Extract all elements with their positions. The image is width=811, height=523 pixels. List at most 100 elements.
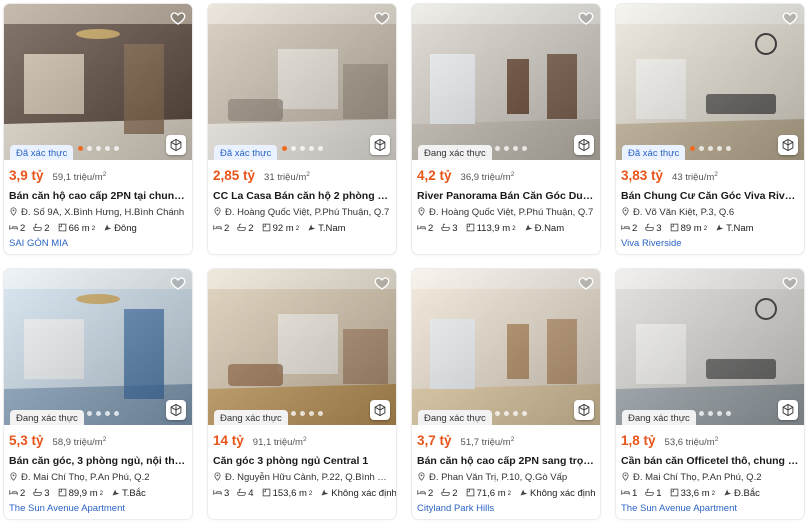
- carousel-dot[interactable]: [317, 146, 323, 151]
- 3d-tour-icon[interactable]: [574, 400, 594, 420]
- heart-icon[interactable]: [578, 275, 594, 291]
- bathrooms: 2: [33, 223, 50, 235]
- project-link[interactable]: The Sun Avenue Apartment: [9, 503, 187, 515]
- carousel-dot[interactable]: [698, 411, 704, 416]
- carousel-dot[interactable]: [512, 146, 518, 151]
- carousel-dot[interactable]: [113, 411, 119, 416]
- carousel-dot[interactable]: [707, 146, 713, 151]
- carousel-dot[interactable]: [95, 411, 101, 416]
- project-link[interactable]: SAI GÒN MIA: [9, 238, 187, 250]
- 3d-tour-icon[interactable]: [370, 400, 390, 420]
- project-link[interactable]: The Sun Avenue Apartment: [621, 503, 799, 515]
- heart-icon[interactable]: [170, 275, 186, 291]
- bedrooms: 2: [621, 223, 637, 235]
- listing-photo[interactable]: Đang xác thực: [4, 269, 192, 425]
- listing-title[interactable]: River Panorama Bán Căn Góc Dual-key: [417, 190, 595, 204]
- carousel-dot[interactable]: [77, 146, 83, 151]
- 3d-tour-icon[interactable]: [370, 135, 390, 155]
- listing-photo[interactable]: Đang xác thực: [412, 4, 600, 160]
- listing-title[interactable]: CC La Casa Bán căn hộ 2 phòng ngủ: [213, 190, 391, 204]
- project-link[interactable]: Cityland Park Hills: [417, 503, 595, 515]
- carousel-dot[interactable]: [113, 146, 119, 151]
- listing-card[interactable]: Đã xác thực 2,85 tỷ 31 triệu/m2 CC La Ca…: [208, 4, 396, 254]
- carousel-dot[interactable]: [707, 411, 713, 416]
- 3d-tour-icon[interactable]: [574, 135, 594, 155]
- project-link[interactable]: [417, 238, 595, 250]
- carousel-dot[interactable]: [317, 411, 323, 416]
- carousel-dot[interactable]: [725, 146, 731, 151]
- 3d-tour-icon[interactable]: [778, 400, 798, 420]
- listing-title[interactable]: Bán căn hộ cao cấp 2PN tại chung cư: [9, 190, 187, 204]
- listing-title[interactable]: Bán Chung Cư Căn Góc Viva Riverside: [621, 190, 799, 204]
- carousel-dot[interactable]: [308, 411, 314, 416]
- heart-icon[interactable]: [578, 10, 594, 26]
- bathrooms: 2: [237, 223, 254, 235]
- project-link[interactable]: [213, 503, 391, 515]
- carousel-dot[interactable]: [725, 411, 731, 416]
- carousel-dot[interactable]: [299, 146, 305, 151]
- area: 33,6 m2: [670, 488, 715, 500]
- listing-address: Đ. Hoàng Quốc Việt, P.Phú Thuận, Q.7: [417, 206, 595, 219]
- direction-icon: [320, 488, 329, 500]
- 3d-tour-icon[interactable]: [166, 400, 186, 420]
- bath-icon: [441, 223, 450, 235]
- listing-card[interactable]: Đã xác thực 3,9 tỷ 59,1 triệu/m2 Bán căn…: [4, 4, 192, 254]
- heart-icon[interactable]: [170, 10, 186, 26]
- 3d-tour-icon[interactable]: [166, 135, 186, 155]
- listing-photo[interactable]: Đang xác thực: [412, 269, 600, 425]
- carousel-dot[interactable]: [95, 146, 101, 151]
- carousel-dot[interactable]: [512, 411, 518, 416]
- listing-photo[interactable]: Đã xác thực: [4, 4, 192, 160]
- listing-title[interactable]: Bán căn hộ cao cấp 2PN sang trọng: [417, 455, 595, 469]
- carousel-dot[interactable]: [521, 146, 527, 151]
- carousel-dot[interactable]: [503, 411, 509, 416]
- listing-address: Đ. Số 9A, X.Bình Hưng, H.Bình Chánh: [9, 206, 187, 219]
- listing-photo[interactable]: Đã xác thực: [616, 4, 804, 160]
- 3d-tour-icon[interactable]: [778, 135, 798, 155]
- carousel-dot[interactable]: [521, 411, 527, 416]
- listing-photo[interactable]: Đang xác thực: [616, 269, 804, 425]
- listing-photo[interactable]: Đang xác thực: [208, 269, 396, 425]
- carousel-dot[interactable]: [698, 146, 704, 151]
- project-link[interactable]: [213, 238, 391, 250]
- listing-card[interactable]: Đang xác thực 1,8 tỷ 53,6 triệu/m2 Cần b…: [616, 269, 804, 519]
- heart-icon[interactable]: [782, 10, 798, 26]
- listing-card[interactable]: Đang xác thực 4,2 tỷ 36,9 triệu/m2 River…: [412, 4, 600, 254]
- direction-icon: [524, 223, 533, 235]
- carousel-dot[interactable]: [290, 411, 296, 416]
- listing-card[interactable]: Đang xác thực 5,3 tỷ 58,9 triệu/m2 Bán c…: [4, 269, 192, 519]
- listing-title[interactable]: Cần bán căn Officetel thô, chung cư: [621, 455, 799, 469]
- listing-card[interactable]: Đang xác thực 3,7 tỷ 51,7 triệu/m2 Bán c…: [412, 269, 600, 519]
- carousel-dot[interactable]: [716, 411, 722, 416]
- bedrooms: 1: [621, 488, 637, 500]
- carousel-dot[interactable]: [299, 411, 305, 416]
- carousel-dot[interactable]: [86, 146, 92, 151]
- carousel-dot[interactable]: [503, 146, 509, 151]
- carousel-dot[interactable]: [86, 411, 92, 416]
- carousel-dot[interactable]: [689, 146, 695, 151]
- heart-icon[interactable]: [374, 10, 390, 26]
- carousel-dot[interactable]: [308, 146, 314, 151]
- carousel-dot[interactable]: [494, 411, 500, 416]
- listing-photo[interactable]: Đã xác thực: [208, 4, 396, 160]
- listing-title[interactable]: Bán căn góc, 3 phòng ngủ, nội thất đẹp: [9, 455, 187, 469]
- direction: Không xác định: [519, 488, 595, 500]
- carousel-dot[interactable]: [494, 146, 500, 151]
- direction: T.Nam: [307, 223, 346, 235]
- listing-card[interactable]: Đang xác thực 14 tỷ 91,1 triệu/m2 Căn gó…: [208, 269, 396, 519]
- listing-address: Đ. Mai Chí Thọ, P.An Phú, Q.2: [9, 471, 187, 484]
- heart-icon[interactable]: [374, 275, 390, 291]
- bath-icon: [33, 488, 42, 500]
- carousel-dot[interactable]: [290, 146, 296, 151]
- listing-price: 14 tỷ: [213, 433, 244, 448]
- carousel-dot[interactable]: [104, 411, 110, 416]
- listing-title[interactable]: Căn góc 3 phòng ngủ Central 1: [213, 455, 391, 469]
- carousel-dot[interactable]: [281, 146, 287, 151]
- bed-icon: [213, 223, 222, 235]
- carousel-dot[interactable]: [716, 146, 722, 151]
- area-icon: [466, 223, 475, 235]
- listing-card[interactable]: Đã xác thực 3,83 tỷ 43 triệu/m2 Bán Chun…: [616, 4, 804, 254]
- carousel-dot[interactable]: [104, 146, 110, 151]
- heart-icon[interactable]: [782, 275, 798, 291]
- project-link[interactable]: Viva Riverside: [621, 238, 799, 250]
